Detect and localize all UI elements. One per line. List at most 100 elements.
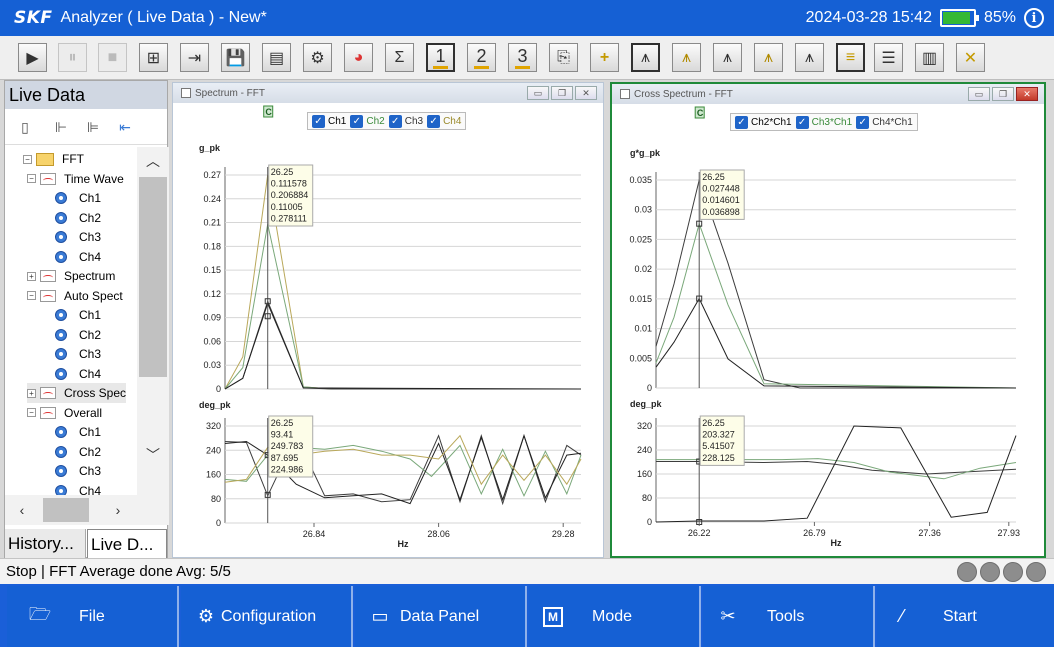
cross-spectrum-window[interactable]: Cross Spectrum - FFT ▭ ❐ ✕ ✓ Ch2*Ch1 ✓ Ch3*… [610,82,1046,558]
expand-toggle-icon[interactable]: − [27,291,36,300]
status-text: Stop | FFT Average done Avg: 5/5 [6,563,231,580]
expand-toggle-icon[interactable]: + [27,271,36,281]
tree-node-label: FFT [62,152,84,166]
cursor-readout-value: 224.986 [271,464,304,474]
tree-node-label: Ch4 [79,366,102,381]
y-tick-label: 0.015 [629,294,652,304]
horizontal-split-button[interactable]: ☰ [874,43,903,72]
data-panel-button[interactable]: ▭ Data Panel [355,586,527,647]
tree-node[interactable]: − FFT [23,149,84,169]
sum-button[interactable]: Σ [385,43,414,72]
tree-vertical-scrollbar[interactable]: ︿ ﹀ [137,147,169,495]
layout-3-button[interactable]: 3 [508,43,537,72]
expand-toggle-icon[interactable]: − [27,408,36,417]
export-button[interactable]: ⎘ [549,43,578,72]
expand-toggle-icon[interactable]: − [23,154,32,164]
scroll-left-icon[interactable]: ‹ [7,495,37,525]
scroll-right-icon[interactable]: › [103,495,133,525]
status-indicator-3 [1003,562,1023,582]
list-view-button[interactable]: ≡ [836,43,865,72]
info-icon[interactable]: i [1024,8,1044,28]
save-button[interactable]: 💾 [221,43,250,72]
mode-button[interactable]: M Mode [529,586,701,647]
collapse-tree-icon[interactable]: ⊫ [83,117,103,137]
y-tick-label: 240 [206,445,221,455]
spectrum-window[interactable]: Spectrum - FFT ▭ ❐ ✕ ✓ Ch1 ✓ Ch2 ✓ Ch3 ✓ Ch4 Cg… [172,82,604,558]
start-label: Start [943,607,977,625]
x-tick-label: 26.22 [688,528,711,538]
tree-node[interactable]: Ch3 [55,461,101,481]
layout-2-button[interactable]: 2 [467,43,496,72]
tab-history[interactable]: History... [5,529,86,559]
tree-node[interactable]: Ch1 [55,422,101,442]
harmonic-view-button[interactable]: ⩚ [713,43,742,72]
layout-1-button[interactable]: 1 [426,43,455,72]
cross-spectrum-chart[interactable]: Cg*g_pk 0.035 0.03 0.025 0.02 0.015 0.01 0.005 0… [612,104,1044,556]
cursor-readout-value: 0.036898 [702,207,740,217]
close-all-button[interactable]: ✕ [956,43,985,72]
y-tick-label: 320 [206,421,221,431]
color-button[interactable]: ◕ [344,43,373,72]
tree-node[interactable]: Ch1 [55,188,101,208]
tree-horizontal-scrollbar[interactable]: ‹ › [5,495,169,525]
peak-view-button[interactable]: ⩚ [795,43,824,72]
start-button[interactable]: ⁄ Start [877,586,1054,647]
report-button[interactable]: ▤ [262,43,291,72]
tree-node[interactable]: Ch2 [55,325,101,345]
tree-node[interactable]: Ch1 [55,305,101,325]
sideband-view-button[interactable]: ⩚ [754,43,783,72]
data-panel-label: Data Panel [400,607,480,625]
add-cursor-button[interactable]: + [590,43,619,72]
stop-button[interactable]: ■ [98,43,127,72]
cursor-readout-value: 0.014601 [702,195,740,205]
waterfall-view-button[interactable]: ⩚ [672,43,701,72]
tree-node[interactable]: − Auto Spect [27,286,123,306]
minimize-button[interactable]: ▭ [968,87,990,101]
tree-node-label: Ch1 [79,308,102,322]
tree-node[interactable]: + Spectrum [27,266,115,286]
open-folder-button[interactable]: ⇥ [180,43,209,72]
tree-node[interactable]: − Overall [27,403,102,423]
play-button[interactable]: ▶ [18,43,47,72]
expand-tree-icon[interactable]: ⊩ [51,117,71,137]
minimize-button[interactable]: ▭ [527,86,549,100]
file-button[interactable]: 🗁 File [7,586,179,647]
settings-button[interactable]: ⚙ [303,43,332,72]
hscroll-thumb[interactable] [43,498,89,522]
tree-node[interactable]: Ch4 [55,364,101,384]
new-folder-button[interactable]: ⊞ [139,43,168,72]
configuration-button[interactable]: ⚙ Configuration [181,586,353,647]
tab-live-data[interactable]: Live D... [87,529,167,559]
spectrum-chart[interactable]: Cg_pk 0.27 0.24 0.21 0.18 0.15 0.12 0.09 0.06 0.0… [173,103,603,558]
tree-node[interactable]: Ch2 [55,442,101,462]
new-item-icon[interactable]: ▯ [15,117,35,137]
pause-button[interactable]: ⏸ [58,43,87,72]
tree-node[interactable]: Ch3 [55,227,101,247]
expand-toggle-icon[interactable]: + [27,388,36,398]
scroll-up-icon[interactable]: ︿ [137,147,169,175]
tree-node[interactable]: Ch2 [55,208,101,228]
tools-button[interactable]: ✂ Tools [703,586,875,647]
restore-button[interactable]: ❐ [551,86,573,100]
expand-toggle-icon[interactable]: − [27,174,36,183]
tree-node[interactable]: Ch4 [55,481,101,495]
channel-icon [55,250,67,263]
tree-node[interactable]: Ch3 [55,344,101,364]
waveform-icon [40,270,56,282]
y-tick-label: 0 [216,518,221,528]
y-tick-label: 0.27 [203,170,221,180]
scroll-thumb[interactable] [139,177,167,377]
close-button[interactable]: ✕ [575,86,597,100]
close-button[interactable]: ✕ [1016,87,1038,101]
vertical-split-button[interactable]: ▥ [915,43,944,72]
tree-node[interactable]: Ch4 [55,247,101,267]
restore-button[interactable]: ❐ [992,87,1014,101]
tree-node[interactable]: + Cross Spec [27,383,127,403]
y-axis-label: deg_pk [630,399,663,409]
tree-node[interactable]: − Time Wave [27,169,124,189]
cursor-readout-value: 26.25 [702,172,725,182]
scroll-down-icon[interactable]: ﹀ [137,441,169,469]
back-icon[interactable]: ⇤ [115,117,135,137]
series-line [655,222,1017,389]
spectrum-view-button[interactable]: ⩚ [631,43,660,72]
